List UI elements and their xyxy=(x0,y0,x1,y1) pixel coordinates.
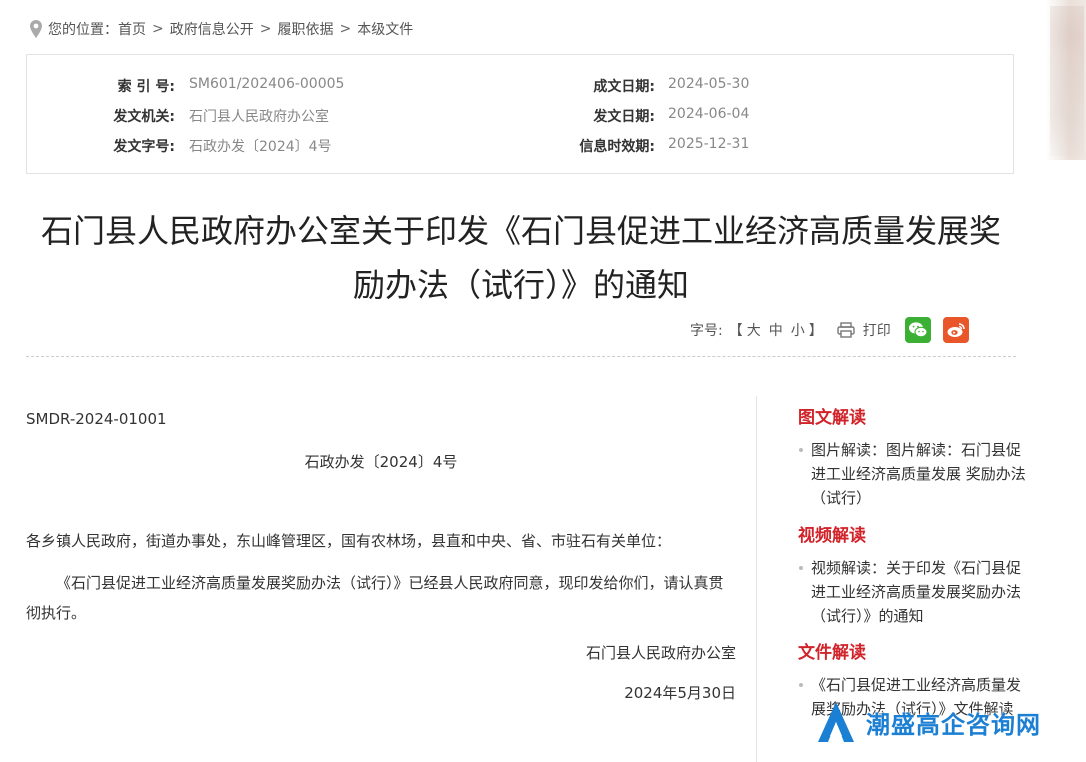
breadcrumb-home[interactable]: 首页 xyxy=(118,19,146,39)
breadcrumb-separator: > xyxy=(339,21,352,37)
video-interpretation-link[interactable]: 视频解读：关于印发《石门县促进工业经济高质量发展奖励办法（试行）》的通知 xyxy=(798,556,1028,628)
body-paragraph: 《石门县促进工业经济高质量发展奖励办法（试行）》已经县人民政府同意，现印发给你们… xyxy=(26,574,724,622)
watermark-text: 潮盛高企咨询网 xyxy=(866,709,1041,739)
document-reference: 石政办发〔2024〕4号 xyxy=(304,453,458,471)
breadcrumb-current[interactable]: 本级文件 xyxy=(357,19,413,39)
breadcrumb-basis[interactable]: 履职依据 xyxy=(277,19,333,39)
breadcrumb: 您的位置： 首页 > 政府信息公开 > 履职依据 > 本级文件 xyxy=(28,19,413,39)
weibo-icon xyxy=(947,323,965,337)
video-interpretation-section: 视频解读 视频解读：关于印发《石门县促进工业经济高质量发展奖励办法（试行）》的通… xyxy=(798,521,1028,628)
breadcrumb-prefix: 您的位置： xyxy=(48,22,118,38)
wechat-icon xyxy=(908,322,928,338)
validity-value: 2025-12-31 xyxy=(668,136,750,152)
video-interpretation-link-text: 视频解读：关于印发《石门县促进工业经济高质量发展奖励办法（试行）》的通知 xyxy=(811,559,1022,625)
created-date-label: 成文日期: xyxy=(593,79,655,95)
divider xyxy=(26,356,1016,357)
document-code: SMDR-2024-01001 xyxy=(26,410,167,428)
breadcrumb-gov-info[interactable]: 政府信息公开 xyxy=(170,19,254,39)
index-label: 索 引 号: xyxy=(117,79,175,95)
document-interpretation-heading: 文件解读 xyxy=(798,643,866,663)
print-button[interactable]: 打印 xyxy=(837,320,891,340)
article-tools: 字号: 【 大 中 小 】 打印 xyxy=(690,316,969,344)
corner-decoration xyxy=(1046,0,1086,160)
doc-no-label: 发文字号: xyxy=(113,139,175,155)
sign-date: 2024年5月30日 xyxy=(624,684,736,702)
watermark: 潮盛高企咨询网 xyxy=(816,700,1041,744)
issuer-label: 发文机关: xyxy=(113,109,175,125)
published-date-value: 2024-06-04 xyxy=(668,106,750,122)
created-date-value: 2024-05-30 xyxy=(668,76,750,92)
document-info-box: 索 引 号: SM601/202406-00005 发文机关: 石门县人民政府办… xyxy=(26,54,1014,174)
font-small-button[interactable]: 小 xyxy=(791,320,805,340)
addressee: 各乡镇人民政府，街道办事处，东山峰管理区，国有农林场，县直和中央、省、市驻石有关… xyxy=(26,532,672,550)
font-medium-button[interactable]: 中 xyxy=(769,320,783,340)
published-date-label: 发文日期: xyxy=(593,109,655,125)
column-divider xyxy=(756,396,757,762)
font-large-button[interactable]: 大 xyxy=(747,320,761,340)
breadcrumb-separator: > xyxy=(152,21,164,37)
image-interpretation-link[interactable]: 图片解读：图片解读：石门县促进工业经济高质量发展 奖励办法（试行） xyxy=(798,438,1028,510)
doc-no-value: 石政办发〔2024〕4号 xyxy=(189,139,332,155)
image-interpretation-section: 图文解读 图片解读：图片解读：石门县促进工业经济高质量发展 奖励办法（试行） xyxy=(798,403,1028,510)
video-interpretation-heading: 视频解读 xyxy=(798,526,866,546)
signer: 石门县人民政府办公室 xyxy=(585,644,736,662)
image-interpretation-heading: 图文解读 xyxy=(798,408,866,428)
validity-label: 信息时效期: xyxy=(579,139,655,155)
printer-icon xyxy=(837,322,855,338)
font-size-label: 字号: xyxy=(690,323,723,339)
print-label: 打印 xyxy=(862,323,891,339)
location-pin-icon xyxy=(30,20,42,38)
weibo-share-button[interactable] xyxy=(942,317,969,343)
wechat-share-button[interactable] xyxy=(904,317,931,343)
breadcrumb-separator: > xyxy=(259,21,272,37)
index-value: SM601/202406-00005 xyxy=(189,76,345,92)
image-interpretation-link-text: 图片解读：图片解读：石门县促进工业经济高质量发展 奖励办法（试行） xyxy=(811,441,1026,507)
watermark-logo-icon xyxy=(818,702,854,742)
bracket-close: 】 xyxy=(808,323,823,339)
page-title: 石门县人民政府办公室关于印发《石门县促进工业经济高质量发展奖励办法（试行）》的通… xyxy=(40,212,1001,304)
bracket-open: 【 xyxy=(728,323,743,339)
issuer-value: 石门县人民政府办公室 xyxy=(189,109,329,125)
